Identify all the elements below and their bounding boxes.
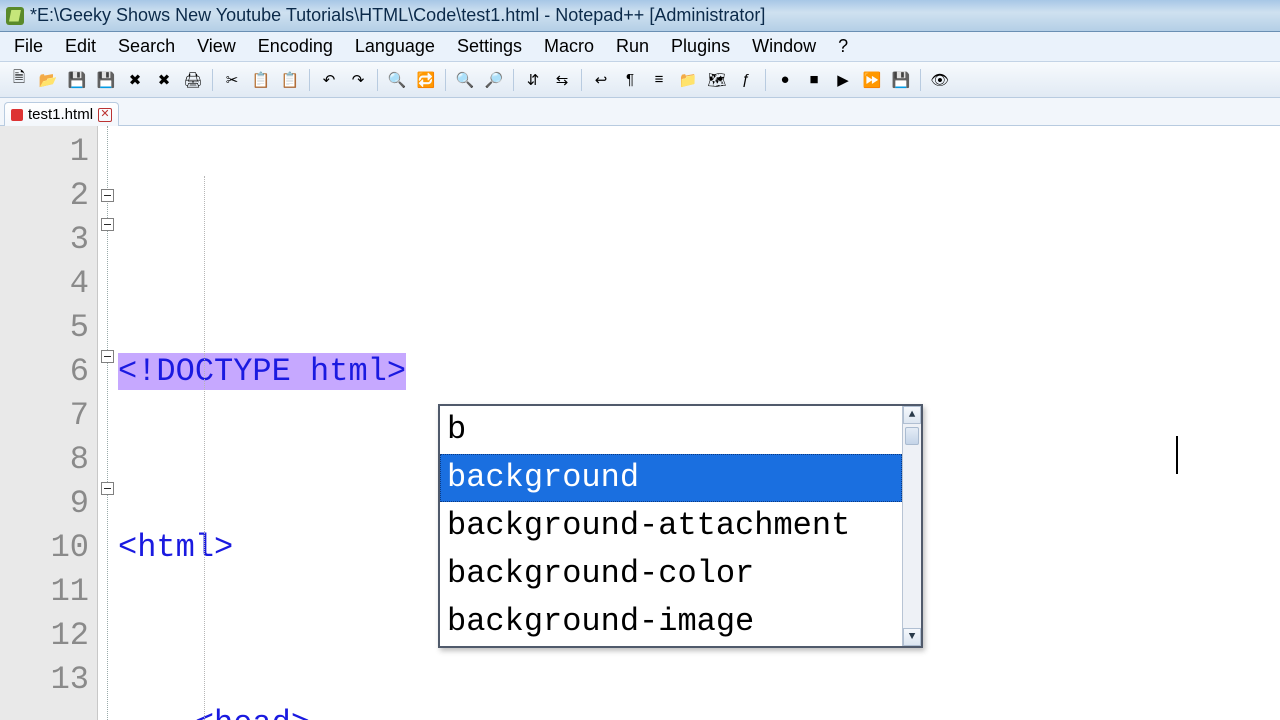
fold-toggle-icon[interactable] bbox=[101, 189, 114, 202]
code-line[interactable]: <head> bbox=[118, 702, 1280, 720]
stop-macro-icon[interactable]: ■ bbox=[801, 67, 827, 93]
line-number: 8 bbox=[0, 438, 89, 482]
folder-as-workspace-icon[interactable]: 📁 bbox=[675, 67, 701, 93]
record-macro-icon[interactable]: ● bbox=[772, 67, 798, 93]
fold-toggle-icon[interactable] bbox=[101, 482, 114, 495]
open-file-icon[interactable]: 📂 bbox=[35, 67, 61, 93]
sync-h-icon[interactable]: ⇆ bbox=[549, 67, 575, 93]
scroll-up-icon[interactable]: ▲ bbox=[903, 406, 921, 424]
line-number: 12 bbox=[0, 614, 89, 658]
code-line[interactable]: <!DOCTYPE html> bbox=[118, 350, 1280, 394]
line-number: 6 bbox=[0, 350, 89, 394]
line-number: 9 bbox=[0, 482, 89, 526]
close-all-icon[interactable]: ✖ bbox=[151, 67, 177, 93]
line-number: 2 bbox=[0, 174, 89, 218]
zoom-in-icon[interactable]: 🔍 bbox=[452, 67, 478, 93]
indent-guide-icon[interactable]: ≡ bbox=[646, 67, 672, 93]
toolbar-separator bbox=[765, 69, 766, 91]
toolbar-separator bbox=[212, 69, 213, 91]
find-icon[interactable]: 🔍 bbox=[384, 67, 410, 93]
menu-encoding[interactable]: Encoding bbox=[248, 33, 343, 60]
line-number: 1 bbox=[0, 130, 89, 174]
titlebar: *E:\Geeky Shows New Youtube Tutorials\HT… bbox=[0, 0, 1280, 32]
autocomplete-item[interactable]: background-image bbox=[440, 598, 902, 646]
autocomplete-popup[interactable]: bbackgroundbackground-attachmentbackgrou… bbox=[438, 404, 923, 648]
menu-run[interactable]: Run bbox=[606, 33, 659, 60]
wordwrap-icon[interactable]: ↩ bbox=[588, 67, 614, 93]
toolbar-separator bbox=[920, 69, 921, 91]
line-number: 7 bbox=[0, 394, 89, 438]
toolbar-separator bbox=[309, 69, 310, 91]
code-editor[interactable]: 12345678910111213 <!DOCTYPE html> <html>… bbox=[0, 126, 1280, 720]
menu-window[interactable]: Window bbox=[742, 33, 826, 60]
doc-map-icon[interactable]: 🗺 bbox=[704, 67, 730, 93]
play-macro-icon[interactable]: ▶ bbox=[830, 67, 856, 93]
menu-language[interactable]: Language bbox=[345, 33, 445, 60]
fold-toggle-icon[interactable] bbox=[101, 218, 114, 231]
menu-plugins[interactable]: Plugins bbox=[661, 33, 740, 60]
window-title: *E:\Geeky Shows New Youtube Tutorials\HT… bbox=[30, 5, 765, 26]
unsaved-indicator-icon bbox=[11, 109, 23, 121]
line-number: 10 bbox=[0, 526, 89, 570]
autocomplete-scrollbar[interactable]: ▲ ▼ bbox=[902, 406, 921, 646]
line-number: 3 bbox=[0, 218, 89, 262]
fold-toggle-icon[interactable] bbox=[101, 350, 114, 363]
menu-search[interactable]: Search bbox=[108, 33, 185, 60]
print-icon[interactable]: 🖨 bbox=[180, 67, 206, 93]
function-list-icon[interactable]: ƒ bbox=[733, 67, 759, 93]
autocomplete-item[interactable]: background bbox=[440, 454, 902, 502]
toolbar-separator bbox=[513, 69, 514, 91]
code-area[interactable]: <!DOCTYPE html> <html> <head> <title> ww… bbox=[118, 126, 1280, 720]
monitor-icon[interactable]: 👁 bbox=[927, 67, 953, 93]
autocomplete-item[interactable]: b bbox=[440, 406, 902, 454]
toolbar-separator bbox=[445, 69, 446, 91]
new-file-icon[interactable]: 🗎 bbox=[6, 67, 32, 93]
menubar: File Edit Search View Encoding Language … bbox=[0, 32, 1280, 62]
toolbar-separator bbox=[377, 69, 378, 91]
close-icon[interactable]: ✖ bbox=[122, 67, 148, 93]
scroll-thumb[interactable] bbox=[905, 427, 919, 445]
copy-icon[interactable]: 📋 bbox=[248, 67, 274, 93]
text-cursor-icon bbox=[1176, 436, 1178, 474]
menu-edit[interactable]: Edit bbox=[55, 33, 106, 60]
app-icon bbox=[6, 7, 24, 25]
menu-macro[interactable]: Macro bbox=[534, 33, 604, 60]
redo-icon[interactable]: ↷ bbox=[345, 67, 371, 93]
paste-icon[interactable]: 📋 bbox=[277, 67, 303, 93]
menu-file[interactable]: File bbox=[4, 33, 53, 60]
zoom-out-icon[interactable]: 🔎 bbox=[481, 67, 507, 93]
scroll-down-icon[interactable]: ▼ bbox=[903, 628, 921, 646]
toolbar: 🗎📂💾💾✖✖🖨✂📋📋↶↷🔍🔁🔍🔎⇵⇆↩¶≡📁🗺ƒ●■▶⏩💾👁 bbox=[0, 62, 1280, 98]
show-all-chars-icon[interactable]: ¶ bbox=[617, 67, 643, 93]
tab-label: test1.html bbox=[28, 106, 93, 123]
sync-v-icon[interactable]: ⇵ bbox=[520, 67, 546, 93]
tab-close-icon[interactable]: ✕ bbox=[98, 108, 112, 122]
fold-column[interactable] bbox=[98, 126, 118, 720]
tab-test1[interactable]: test1.html ✕ bbox=[4, 102, 119, 126]
menu-help[interactable]: ? bbox=[828, 33, 858, 60]
save-all-icon[interactable]: 💾 bbox=[93, 67, 119, 93]
save-macro-icon[interactable]: 💾 bbox=[888, 67, 914, 93]
fast-forward-macro-icon[interactable]: ⏩ bbox=[859, 67, 885, 93]
autocomplete-item[interactable]: background-color bbox=[440, 550, 902, 598]
line-number: 13 bbox=[0, 658, 89, 702]
line-number-gutter: 12345678910111213 bbox=[0, 126, 98, 720]
menu-settings[interactable]: Settings bbox=[447, 33, 532, 60]
toolbar-separator bbox=[581, 69, 582, 91]
cut-icon[interactable]: ✂ bbox=[219, 67, 245, 93]
line-number: 11 bbox=[0, 570, 89, 614]
autocomplete-item[interactable]: background-attachment bbox=[440, 502, 902, 550]
line-number: 4 bbox=[0, 262, 89, 306]
menu-view[interactable]: View bbox=[187, 33, 246, 60]
line-number: 5 bbox=[0, 306, 89, 350]
tab-strip: test1.html ✕ bbox=[0, 98, 1280, 126]
replace-icon[interactable]: 🔁 bbox=[413, 67, 439, 93]
save-icon[interactable]: 💾 bbox=[64, 67, 90, 93]
undo-icon[interactable]: ↶ bbox=[316, 67, 342, 93]
